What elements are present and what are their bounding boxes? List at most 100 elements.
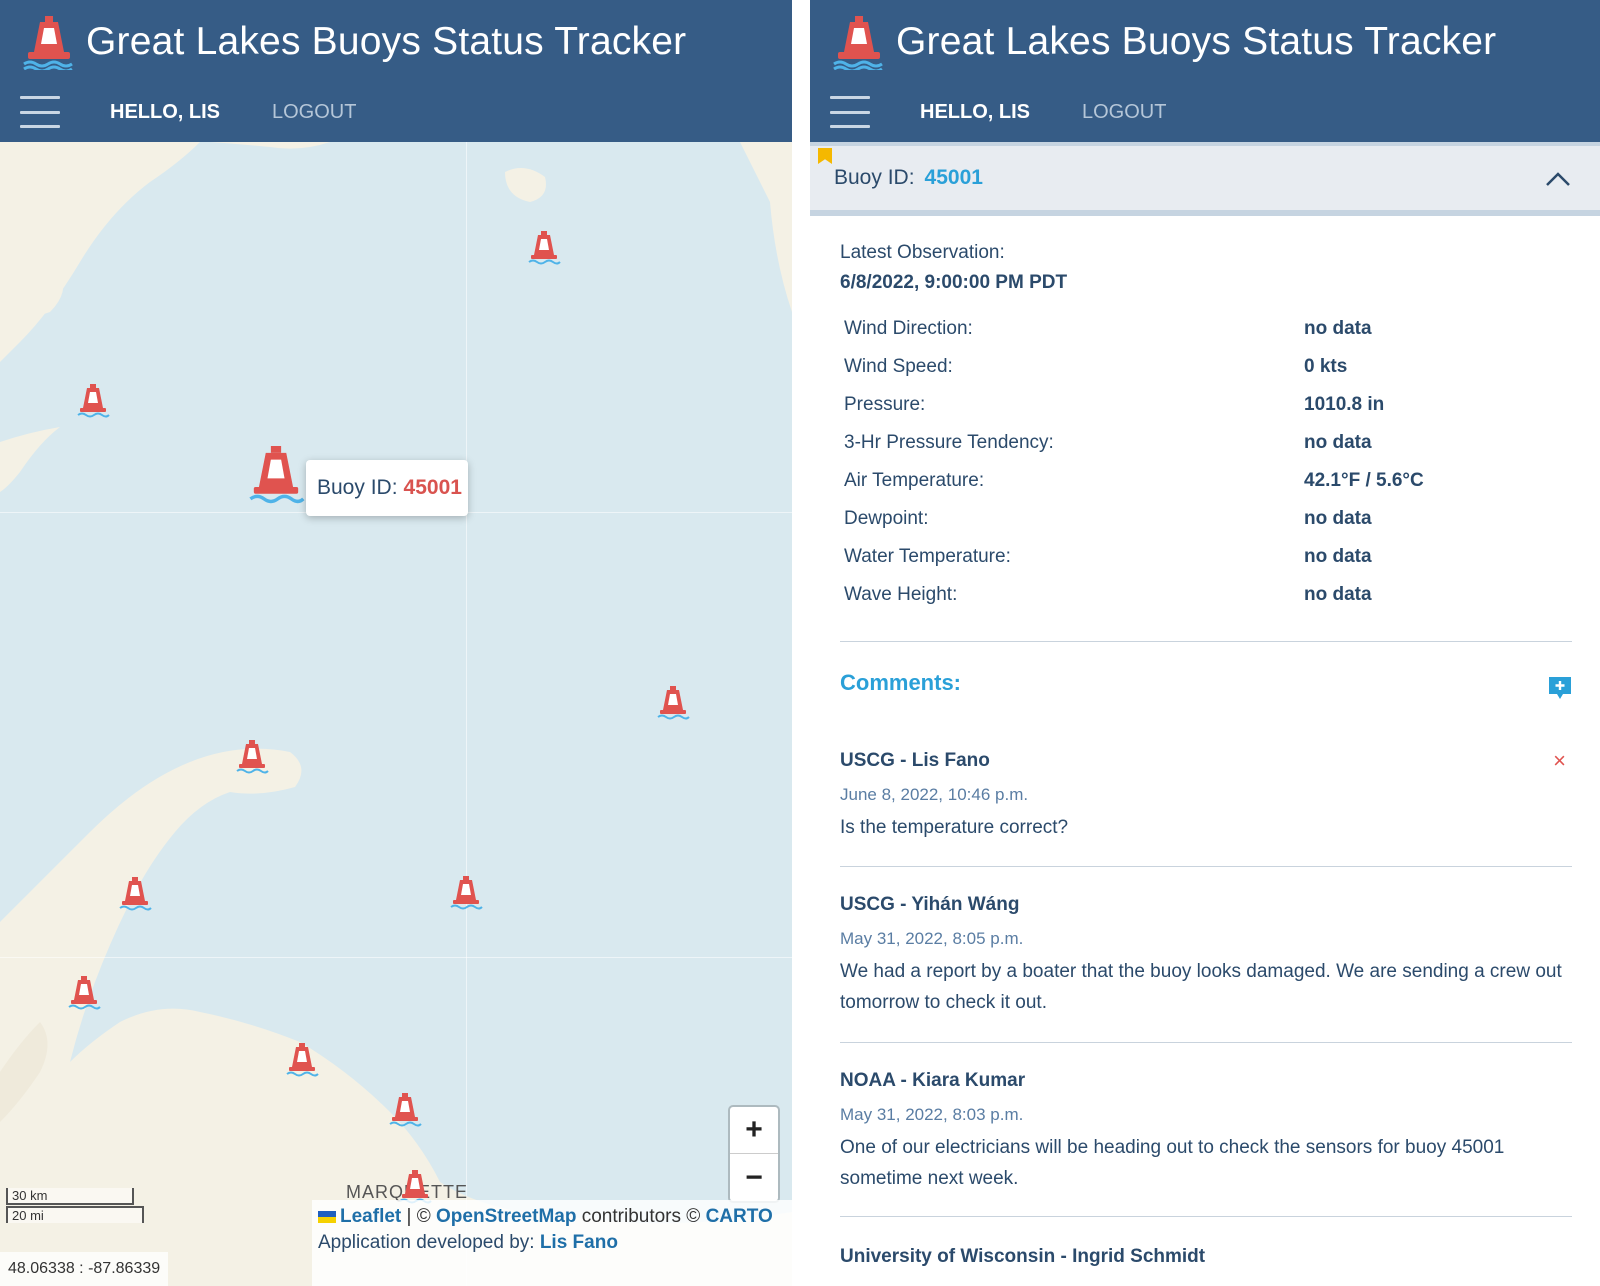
add-comment-icon[interactable] xyxy=(1546,674,1574,702)
observation-value: no data xyxy=(1304,584,1372,605)
comment-text: One of our electricians will be heading … xyxy=(840,1137,1505,1189)
comment-date: May 31, 2022, 8:05 p.m. xyxy=(840,929,1024,948)
logout-link[interactable]: LOGOUT xyxy=(272,101,356,124)
section-divider xyxy=(840,641,1572,642)
panel-gap xyxy=(792,0,810,1286)
zoom-in-button[interactable]: + xyxy=(730,1107,778,1154)
comment-author: USCG - Lis Fano xyxy=(840,750,990,771)
chevron-up-icon[interactable] xyxy=(1544,166,1572,194)
observation-label: Water Temperature: xyxy=(844,546,1011,567)
developer-link[interactable]: Lis Fano xyxy=(540,1232,618,1253)
top-nav: HELLO, LIS LOGOUT xyxy=(20,92,356,132)
developed-by-label: Application developed by: xyxy=(318,1232,535,1253)
brand[interactable]: Great Lakes Buoys Status Tracker xyxy=(832,12,1496,72)
observation-label: Air Temperature: xyxy=(844,470,985,491)
observation-row: Water Temperature: no data xyxy=(844,538,1564,576)
buoy-marker[interactable] xyxy=(76,383,110,419)
zoom-out-button[interactable]: − xyxy=(730,1154,778,1201)
buoy-marker[interactable] xyxy=(235,739,269,775)
comment-item: USCG - Lis Fano June 8, 2022, 10:46 p.m.… xyxy=(840,748,1572,843)
buoy-id-label: Buoy ID: xyxy=(834,166,915,189)
buoy-marker[interactable] xyxy=(118,876,152,912)
leaflet-link[interactable]: Leaflet xyxy=(340,1206,401,1227)
app-header: Great Lakes Buoys Status Tracker HELLO, … xyxy=(810,0,1600,142)
observation-value: 1010.8 in xyxy=(1304,394,1385,415)
bookmark-icon[interactable] xyxy=(818,148,832,164)
buoy-popup[interactable]: Buoy ID: 45001 xyxy=(306,460,468,516)
comment-divider xyxy=(840,1216,1572,1217)
observation-row: Air Temperature: 42.1°F / 5.6°C xyxy=(844,462,1564,500)
observation-value: 42.1°F / 5.6°C xyxy=(1304,470,1424,491)
observation-value: no data xyxy=(1304,546,1372,567)
observation-row: Pressure: 1010.8 in xyxy=(844,386,1564,424)
buoy-marker-icon xyxy=(657,686,690,720)
app-title: Great Lakes Buoys Status Tracker xyxy=(86,20,687,63)
app-header: Great Lakes Buoys Status Tracker HELLO, … xyxy=(0,0,792,142)
buoy-marker[interactable] xyxy=(449,875,483,911)
comment-text: We had a report by a boater that the buo… xyxy=(840,961,1562,1013)
buoy-marker[interactable] xyxy=(656,685,690,721)
comment-date: May 31, 2022, 8:03 p.m. xyxy=(840,1105,1024,1124)
greeting: HELLO, LIS xyxy=(110,100,220,123)
observation-label: Pressure: xyxy=(844,394,926,415)
attribution-separator: | © xyxy=(406,1206,431,1227)
latest-observation-time: 6/8/2022, 9:00:00 PM PDT xyxy=(840,272,1068,293)
buoy-accordion-header[interactable]: Buoy ID: 45001 xyxy=(810,142,1600,216)
zoom-control: + − xyxy=(728,1105,780,1203)
delete-comment-icon[interactable]: × xyxy=(1553,748,1566,774)
observation-label: Wind Speed: xyxy=(844,356,953,377)
buoy-logo-icon xyxy=(23,16,73,70)
observation-label: Wind Direction: xyxy=(844,318,973,339)
buoy-map[interactable]: MARQUETTE xyxy=(0,142,792,1286)
selected-buoy-marker[interactable] xyxy=(247,444,305,506)
buoy-marker[interactable] xyxy=(527,230,561,266)
hamburger-menu-icon[interactable] xyxy=(20,96,60,128)
observation-label: 3-Hr Pressure Tendency: xyxy=(844,432,1054,453)
hamburger-menu-icon[interactable] xyxy=(830,96,870,128)
observation-label: Dewpoint: xyxy=(844,508,929,529)
buoy-marker[interactable] xyxy=(67,975,101,1011)
developer-line: Application developed by: Lis Fano xyxy=(318,1230,786,1256)
buoy-marker-icon xyxy=(389,1093,422,1127)
observation-label: Wave Height: xyxy=(844,584,958,605)
brand[interactable]: Great Lakes Buoys Status Tracker xyxy=(22,12,686,72)
comment-author: USCG - Yihán Wáng xyxy=(840,894,1020,915)
buoy-details-panel: Great Lakes Buoys Status Tracker HELLO, … xyxy=(810,0,1600,1286)
buoy-marker[interactable] xyxy=(388,1092,422,1128)
observation-value: no data xyxy=(1304,318,1372,339)
comment-divider xyxy=(840,1042,1572,1043)
buoy-marker[interactable] xyxy=(285,1042,319,1078)
comment-text: Is the temperature correct? xyxy=(840,817,1069,838)
observation-value: no data xyxy=(1304,508,1372,529)
map-attribution: Leaflet | © OpenStreetMap contributors ©… xyxy=(312,1200,792,1286)
logout-link[interactable]: LOGOUT xyxy=(1082,101,1166,124)
observation-row: 3-Hr Pressure Tendency: no data xyxy=(844,424,1564,462)
buoy-marker-icon xyxy=(249,446,305,504)
buoy-marker-icon xyxy=(528,231,561,265)
osm-link[interactable]: OpenStreetMap xyxy=(436,1206,576,1227)
buoy-id-value: 45001 xyxy=(924,166,983,189)
observation-value: 0 kts xyxy=(1304,356,1348,377)
buoy-marker-icon xyxy=(286,1043,319,1077)
observation-table: Wind Direction: no data Wind Speed: 0 kts … xyxy=(844,310,1564,614)
comment-item: NOAA - Kiara Kumar May 31, 2022, 8:03 p.… xyxy=(840,1070,1572,1194)
map-gridline xyxy=(466,142,467,1286)
attribution-line: Leaflet | © OpenStreetMap contributors ©… xyxy=(318,1204,786,1230)
buoy-marker-icon xyxy=(68,976,101,1010)
scale-bar-km: 30 km xyxy=(6,1188,134,1205)
comment-item: USCG - Yihán Wáng May 31, 2022, 8:05 p.m… xyxy=(840,894,1572,1018)
observation-row: Dewpoint: no data xyxy=(844,500,1564,538)
buoy-logo-icon xyxy=(833,16,883,70)
ukraine-flag-icon xyxy=(318,1210,336,1223)
comment-author: NOAA - Kiara Kumar xyxy=(840,1070,1026,1091)
observation-row: Wind Direction: no data xyxy=(844,310,1564,348)
carto-link[interactable]: CARTO xyxy=(706,1206,773,1227)
latest-observation-label: Latest Observation: xyxy=(840,242,1005,263)
buoy-marker-icon xyxy=(77,384,110,418)
comment-date: June 8, 2022, 10:46 p.m. xyxy=(840,785,1029,804)
app-title: Great Lakes Buoys Status Tracker xyxy=(896,20,1497,63)
top-nav: HELLO, LIS LOGOUT xyxy=(830,92,1166,132)
comment-item: University of Wisconsin - Ingrid Schmidt xyxy=(840,1246,1572,1276)
map-view-panel: Great Lakes Buoys Status Tracker HELLO, … xyxy=(0,0,792,1286)
observation-value: no data xyxy=(1304,432,1372,453)
